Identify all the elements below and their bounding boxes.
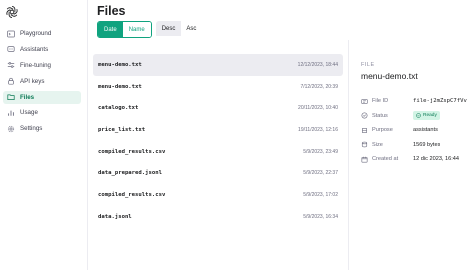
file-name: menu-demo.txt — [98, 61, 142, 68]
sidebar: Playground Assistants Fine-tuning API ke… — [0, 0, 88, 270]
check-circle-icon — [416, 113, 421, 118]
terminal-icon — [7, 30, 15, 38]
file-date: 5/9/2023, 17:02 — [303, 191, 338, 198]
sidebar-item-label: Fine-tuning — [20, 61, 51, 69]
sidebar-item-usage[interactable]: Usage — [3, 106, 81, 119]
sidebar-item-files[interactable]: Files — [3, 90, 81, 104]
detail-key: Size — [372, 141, 383, 148]
sort-by-name-button[interactable]: Name — [122, 22, 151, 37]
detail-row-created: Created at 12 dic 2023, 16:44 — [361, 152, 474, 167]
file-name: catalogo.txt — [98, 105, 139, 112]
file-row[interactable]: data_prepared.jsonl 5/9/2023, 22:37 — [93, 162, 343, 184]
openai-logo-icon[interactable] — [5, 5, 19, 19]
sliders-icon — [7, 61, 15, 69]
sidebar-item-api-keys[interactable]: API keys — [3, 75, 81, 88]
file-date: 20/11/2023, 10:40 — [298, 105, 338, 112]
detail-section-label: FILE — [361, 62, 375, 68]
detail-key: Purpose — [372, 127, 393, 134]
file-row[interactable]: compiled_results.csv 5/9/2023, 23:49 — [93, 141, 343, 163]
detail-key: Status — [372, 112, 388, 119]
calendar-icon — [361, 156, 368, 163]
sort-by-date-button[interactable]: Date — [98, 22, 123, 37]
file-name: price_list.txt — [98, 126, 146, 133]
sidebar-item-label: Assistants — [20, 45, 49, 53]
sort-asc-button[interactable]: Asc — [181, 21, 202, 36]
sort-field-toggle: Date Name — [97, 21, 152, 38]
status-text: Ready — [423, 113, 437, 119]
sidebar-nav: Playground Assistants Fine-tuning API ke… — [3, 27, 81, 138]
chart-icon — [7, 109, 15, 117]
detail-row-purpose: Purpose assistants — [361, 123, 474, 138]
panel-divider — [348, 40, 349, 270]
detail-key: Created at — [372, 156, 399, 163]
sidebar-item-fine-tuning[interactable]: Fine-tuning — [3, 59, 81, 72]
file-row[interactable]: menu-demo.txt 7/12/2023, 20:39 — [93, 76, 343, 98]
file-row[interactable]: data.jsonl 5/9/2023, 16:34 — [93, 206, 343, 228]
detail-row-status: Status Ready — [361, 109, 474, 124]
size-value: 1569 bytes — [413, 141, 441, 148]
lock-icon — [7, 77, 15, 85]
file-date: 19/11/2023, 12:16 — [298, 126, 338, 133]
detail-key: File ID — [372, 98, 389, 105]
sidebar-item-label: Usage — [20, 109, 38, 117]
file-name: compiled_results.csv — [98, 148, 166, 155]
purpose-value: assistants — [413, 127, 438, 134]
file-name: data_prepared.jsonl — [98, 170, 162, 177]
page-title: Files — [97, 4, 126, 18]
file-date: 12/12/2023, 18:44 — [297, 61, 338, 68]
file-row[interactable]: compiled_results.csv 5/9/2023, 17:02 — [93, 184, 343, 206]
sidebar-item-label: Settings — [20, 125, 43, 133]
sidebar-item-label: Playground — [20, 30, 52, 37]
file-date: 5/9/2023, 23:49 — [303, 148, 338, 155]
file-row[interactable]: price_list.txt 19/11/2023, 12:16 — [93, 119, 343, 141]
sidebar-item-label: API keys — [20, 77, 45, 85]
created-value: 12 dic 2023, 16:44 — [413, 156, 460, 163]
size-icon — [361, 141, 368, 148]
file-name: data.jsonl — [98, 213, 132, 220]
file-date: 7/12/2023, 20:39 — [300, 83, 338, 90]
file-list: menu-demo.txt 12/12/2023, 18:44 menu-dem… — [93, 54, 343, 228]
sort-desc-button[interactable]: Desc — [155, 21, 182, 36]
sidebar-item-assistants[interactable]: Assistants — [3, 43, 81, 56]
file-row[interactable]: menu-demo.txt 12/12/2023, 18:44 — [93, 54, 343, 76]
sort-order-toggle: Desc Asc — [155, 21, 202, 38]
files-icon — [7, 93, 15, 101]
file-row[interactable]: catalogo.txt 20/11/2023, 10:40 — [93, 97, 343, 119]
file-date: 5/9/2023, 22:37 — [303, 170, 338, 177]
status-icon — [361, 112, 368, 119]
file-name: menu-demo.txt — [98, 83, 142, 90]
sort-controls: Date Name Desc Asc — [97, 21, 202, 38]
detail-row-size: Size 1569 bytes — [361, 138, 474, 153]
file-date: 5/9/2023, 16:34 — [303, 213, 338, 220]
purpose-icon — [362, 127, 367, 133]
file-id-value[interactable]: file-j2mZspC7fVv — [413, 98, 467, 104]
sidebar-item-playground[interactable]: Playground — [3, 27, 81, 40]
detail-file-name: menu-demo.txt — [361, 71, 418, 81]
detail-fields: File ID file-j2mZspC7fVv Status Ready Pu… — [361, 94, 474, 167]
sidebar-item-label: Files — [20, 93, 35, 101]
detail-row-file-id: File ID file-j2mZspC7fVv — [361, 94, 474, 109]
assistant-icon — [7, 45, 15, 53]
status-badge: Ready — [413, 111, 440, 121]
gear-icon — [7, 125, 15, 133]
id-icon — [361, 98, 368, 104]
file-name: compiled_results.csv — [98, 191, 166, 198]
sidebar-item-settings[interactable]: Settings — [3, 122, 81, 135]
